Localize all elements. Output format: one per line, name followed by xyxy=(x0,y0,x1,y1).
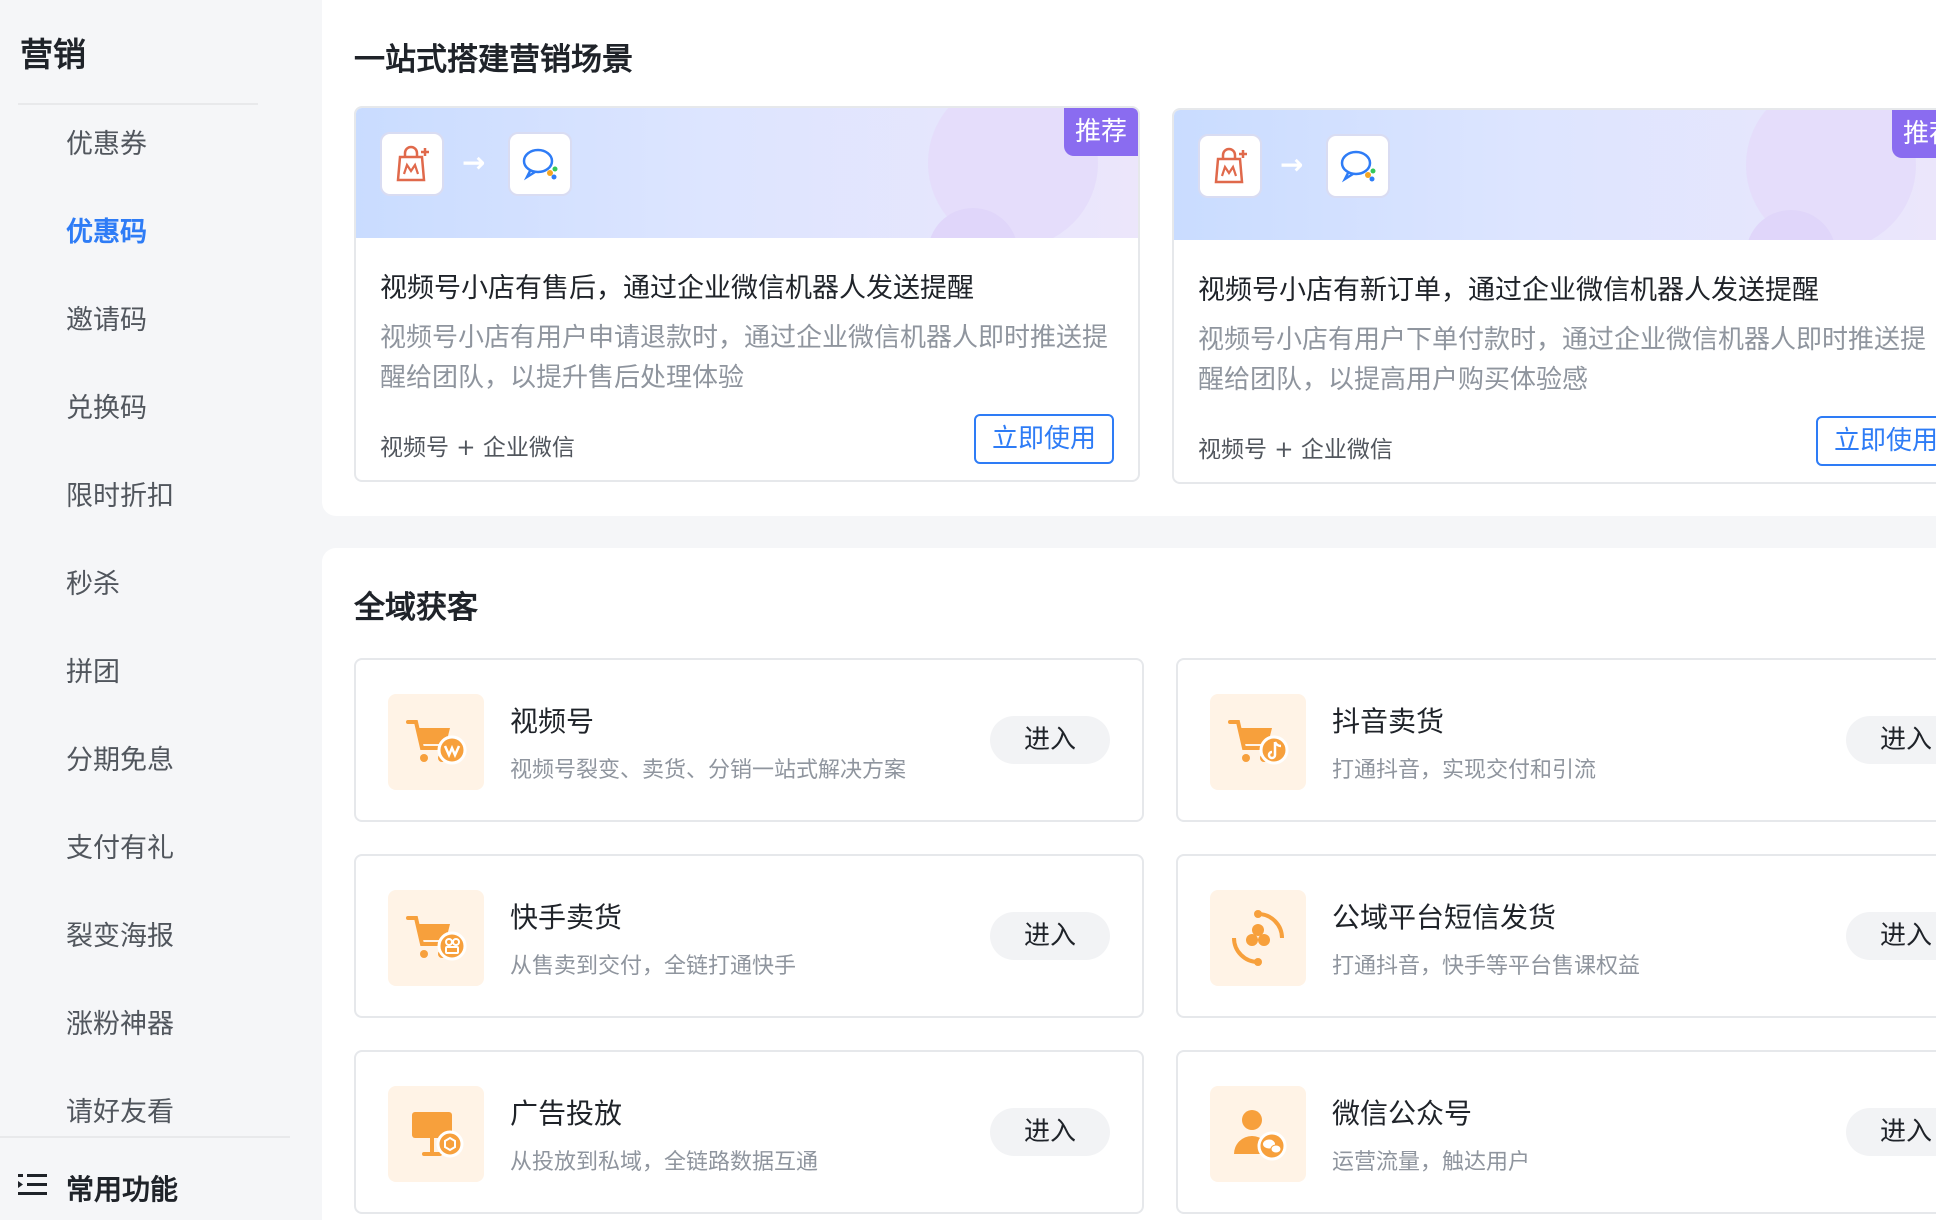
sidebar-item-invite-code[interactable]: 邀请码 xyxy=(0,284,322,372)
scene-card[interactable]: → 推荐 视频号小店有售后，通过企业微信机器人发送提醒 视频号小店有用户申请退款… xyxy=(354,106,1140,482)
arrow-right-icon: → xyxy=(462,146,486,179)
sidebar-menu: 优惠券 优惠码 邀请码 兑换码 限时折扣 秒杀 拼团 分期免息 支付有礼 裂变海… xyxy=(0,108,322,1164)
channel-name: 广告投放 xyxy=(510,1097,623,1130)
channel-name: 视频号 xyxy=(510,705,595,738)
sidebar-item-limited-discount[interactable]: 限时折扣 xyxy=(0,460,322,548)
scene-description: 视频号小店有用户申请退款时，通过企业微信机器人即时推送提醒给团队，以提升售后处理… xyxy=(380,323,1109,393)
acquisition-panel: 全域获客 视频号 视频号裂变、卖货、分销一站式解决方案 进入 抖音卖货 打通抖音… xyxy=(322,548,1936,1220)
acquisition-section-title: 全域获客 xyxy=(354,590,478,626)
enter-button[interactable]: 进入 xyxy=(1846,912,1936,960)
channel-card[interactable]: 快手卖货 从售卖到交付，全链打通快手 进入 xyxy=(354,854,1144,1018)
scene-title: 视频号小店有新订单，通过企业微信机器人发送提醒 xyxy=(1198,275,1819,306)
scene-card[interactable]: → 推荐 视频号小店有新订单，通过企业微信机器人发送提醒 视频号小店有用户下单付… xyxy=(1172,108,1936,484)
enter-button[interactable]: 进入 xyxy=(990,912,1110,960)
sidebar-item-follower-booster[interactable]: 涨粉神器 xyxy=(0,988,322,1076)
chat-bot-icon xyxy=(508,132,572,196)
cart-kuaishou-icon xyxy=(388,890,484,986)
enter-button[interactable]: 进入 xyxy=(990,716,1110,764)
sidebar-item-discount-code[interactable]: 优惠码 xyxy=(0,196,322,284)
sidebar-item-fission-poster[interactable]: 裂变海报 xyxy=(0,900,322,988)
use-now-button[interactable]: 立即使用 xyxy=(974,414,1114,464)
recommend-badge: 推荐 xyxy=(1064,108,1138,156)
scene-banner: → 推荐 xyxy=(356,108,1138,238)
scene-platform: 视频号 + 企业微信 xyxy=(1198,437,1393,463)
channel-description: 打通抖音，实现交付和引流 xyxy=(1332,758,1597,783)
channel-name: 抖音卖货 xyxy=(1332,705,1445,738)
ad-screen-icon xyxy=(388,1086,484,1182)
list-icon xyxy=(18,1172,48,1205)
wechat-official-icon xyxy=(1210,1086,1306,1182)
channel-name: 公域平台短信发货 xyxy=(1332,901,1557,934)
recommend-badge: 推荐 xyxy=(1892,110,1936,158)
shop-bag-icon xyxy=(1198,134,1262,198)
sidebar-item-group-buy[interactable]: 拼团 xyxy=(0,636,322,724)
sidebar: 营销 优惠券 优惠码 邀请码 兑换码 限时折扣 秒杀 拼团 分期免息 支付有礼 … xyxy=(0,0,322,1220)
enter-button[interactable]: 进入 xyxy=(1846,716,1936,764)
scene-description: 视频号小店有用户下单付款时，通过企业微信机器人即时推送提醒给团队，以提高用户购买… xyxy=(1198,325,1927,395)
channel-card[interactable]: 抖音卖货 打通抖音，实现交付和引流 进入 xyxy=(1176,658,1936,822)
sidebar-bottom-divider xyxy=(0,1136,290,1138)
channel-name: 微信公众号 xyxy=(1332,1097,1473,1130)
scenes-panel: 一站式搭建营销场景 → 推荐 视频号小店有售后，通过企业微信机器人发送提醒 视频… xyxy=(322,0,1936,516)
common-functions-button[interactable]: 常用功能 xyxy=(18,1168,178,1208)
common-functions-label: 常用功能 xyxy=(66,1173,179,1206)
channel-description: 从售卖到交付，全链打通快手 xyxy=(510,954,797,979)
chat-bot-icon xyxy=(1326,134,1390,198)
sidebar-title: 营销 xyxy=(20,35,86,74)
sidebar-item-payment-gift[interactable]: 支付有礼 xyxy=(0,812,322,900)
sidebar-item-flash-sale[interactable]: 秒杀 xyxy=(0,548,322,636)
channel-description: 视频号裂变、卖货、分销一站式解决方案 xyxy=(510,758,907,783)
sidebar-item-invite-friends[interactable]: 请好友看 xyxy=(0,1076,322,1164)
sidebar-item-installment[interactable]: 分期免息 xyxy=(0,724,322,812)
scene-banner: → 推荐 xyxy=(1174,110,1936,240)
enter-button[interactable]: 进入 xyxy=(1846,1108,1936,1156)
cart-douyin-icon xyxy=(1210,694,1306,790)
shop-bag-icon xyxy=(380,132,444,196)
channel-description: 运营流量，触达用户 xyxy=(1332,1150,1531,1175)
scene-title: 视频号小店有售后，通过企业微信机器人发送提醒 xyxy=(380,273,974,304)
channel-name: 快手卖货 xyxy=(510,901,623,934)
channel-card[interactable]: 微信公众号 运营流量，触达用户 进入 xyxy=(1176,1050,1936,1214)
enter-button[interactable]: 进入 xyxy=(990,1108,1110,1156)
channel-card[interactable]: 视频号 视频号裂变、卖货、分销一站式解决方案 进入 xyxy=(354,658,1144,822)
arrow-right-icon: → xyxy=(1280,148,1304,181)
channel-description: 打通抖音，快手等平台售课权益 xyxy=(1332,954,1641,979)
scenes-section-title: 一站式搭建营销场景 xyxy=(354,42,633,78)
channel-card[interactable]: 公域平台短信发货 打通抖音，快手等平台售课权益 进入 xyxy=(1176,854,1936,1018)
sms-delivery-icon xyxy=(1210,890,1306,986)
scene-platform: 视频号 + 企业微信 xyxy=(380,435,575,461)
cart-channels-icon xyxy=(388,694,484,790)
channel-card[interactable]: 广告投放 从投放到私域，全链路数据互通 进入 xyxy=(354,1050,1144,1214)
use-now-button[interactable]: 立即使用 xyxy=(1816,416,1936,466)
sidebar-item-coupon[interactable]: 优惠券 xyxy=(0,108,322,196)
channel-description: 从投放到私域，全链路数据互通 xyxy=(510,1150,819,1175)
sidebar-item-redeem-code[interactable]: 兑换码 xyxy=(0,372,322,460)
sidebar-divider xyxy=(18,103,258,105)
